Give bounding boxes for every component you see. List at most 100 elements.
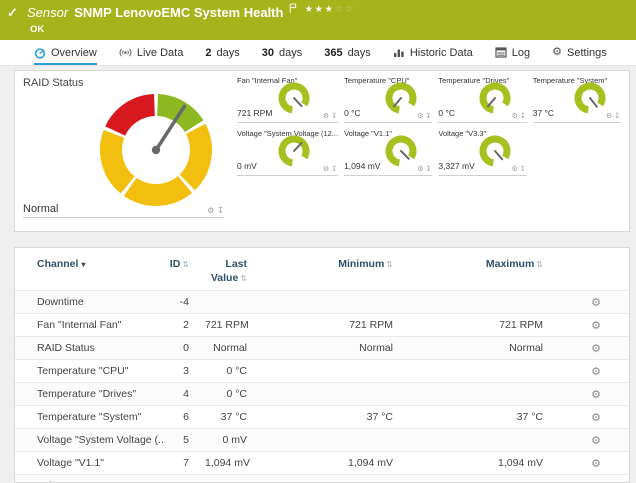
minimum-cell	[267, 291, 413, 314]
channel-settings-icon[interactable]: ⚙	[591, 297, 601, 309]
gauge-pin-icon[interactable]: ↧	[614, 112, 620, 120]
gear-icon: ⚙	[552, 47, 562, 58]
priority-stars[interactable]: ★★★☆☆	[304, 4, 354, 15]
gauge-pin-icon[interactable]: ↧	[520, 165, 526, 173]
channel-settings-icon[interactable]: ⚙	[591, 389, 601, 401]
channel-name-cell: Temperature "System"	[15, 406, 165, 429]
gauge-tile-temperature-drives[interactable]: Temperature "Drives"0 °C⚙↧	[438, 73, 526, 123]
gauge-settings-icon[interactable]: ⚙	[512, 165, 518, 173]
gauge-settings-icon[interactable]: ⚙	[207, 206, 214, 215]
tab-2-days[interactable]: 2days	[205, 40, 239, 65]
channel-settings-icon[interactable]: ⚙	[591, 320, 601, 332]
gauge-value: 0 °C	[438, 108, 455, 118]
tab-settings[interactable]: ⚙Settings	[552, 40, 607, 65]
last-value-cell: 0 °C	[205, 383, 267, 406]
row-actions-cell: ⚙	[563, 475, 629, 483]
gauge-settings-icon[interactable]: ⚙	[606, 112, 612, 120]
channel-settings-icon[interactable]: ⚙	[591, 458, 601, 470]
channel-row[interactable]: Temperature "CPU"30 °C⚙	[15, 360, 629, 383]
gauge-pin-icon[interactable]: ↧	[520, 112, 526, 120]
gauge-settings-icon[interactable]: ⚙	[512, 112, 518, 120]
last-value-cell: Normal	[205, 337, 267, 360]
star-filled-icon[interactable]: ★	[304, 4, 314, 15]
star-empty-icon[interactable]: ☆	[345, 4, 355, 15]
tab-historic-data[interactable]: Historic Data	[393, 40, 473, 65]
gauge-settings-icon[interactable]: ⚙	[323, 165, 329, 173]
channel-settings-icon[interactable]: ⚙	[591, 412, 601, 424]
flag-icon[interactable]	[289, 3, 297, 14]
star-filled-icon[interactable]: ★	[315, 4, 325, 15]
broadcast-icon	[119, 47, 132, 58]
gauge-tile-voltage-v1-1[interactable]: Voltage "V1.1"1,094 mV⚙↧	[344, 126, 432, 176]
column-header-id[interactable]: ID⇅	[165, 248, 205, 291]
gauge-tile-voltage-system-voltage[interactable]: Voltage "System Voltage (12...0 mV⚙↧	[237, 126, 338, 176]
channel-row[interactable]: Fan "Internal Fan"2721 RPM721 RPM721 RPM…	[15, 314, 629, 337]
gauge-tile-temperature-system[interactable]: Temperature "System"37 °C⚙↧	[533, 73, 621, 123]
channel-row[interactable]: Voltage "System Voltage (...50 mV⚙	[15, 429, 629, 452]
channel-row[interactable]: RAID Status0NormalNormalNormal⚙	[15, 337, 629, 360]
tab-label: Log	[512, 47, 530, 59]
channel-id-cell: 4	[165, 383, 205, 406]
star-empty-icon[interactable]: ☆	[335, 4, 345, 15]
raid-gauge-value: Normal	[23, 203, 58, 215]
channel-name-cell: Voltage "V3.3"	[15, 475, 165, 483]
minimum-cell: 37 °C	[267, 406, 413, 429]
column-header-min[interactable]: Minimum⇅	[267, 248, 413, 291]
gauge-pin-icon[interactable]: ↧	[217, 206, 224, 215]
minimum-cell: 721 RPM	[267, 314, 413, 337]
column-header-max[interactable]: Maximum⇅	[413, 248, 563, 291]
channels-table: Channel▾ID⇅Last Value⇅Minimum⇅Maximum⇅ D…	[15, 248, 629, 483]
minimum-cell	[267, 429, 413, 452]
sort-icon: ⇅	[536, 260, 543, 269]
gauge-pin-icon[interactable]: ↧	[331, 165, 337, 173]
channel-row[interactable]: Voltage "V1.1"71,094 mV1,094 mV1,094 mV⚙	[15, 452, 629, 475]
gauge-settings-icon[interactable]: ⚙	[323, 112, 329, 120]
column-header-last[interactable]: Last Value⇅	[205, 248, 267, 291]
maximum-cell: 37 °C	[413, 406, 563, 429]
gauge-pin-icon[interactable]: ↧	[426, 112, 432, 120]
gauge-temperature-system	[573, 81, 607, 115]
gauge-value: 1,094 mV	[344, 161, 380, 171]
gauge-pin-icon[interactable]: ↧	[426, 165, 432, 173]
last-value-cell: 3,327 mV	[205, 475, 267, 483]
gauge-temperature-drives	[478, 81, 512, 115]
gauge-pin-icon[interactable]: ↧	[331, 112, 337, 120]
gauge-value: 3,327 mV	[438, 161, 474, 171]
sensor-kind-label: Sensor	[27, 5, 68, 20]
channel-settings-icon[interactable]: ⚙	[591, 435, 601, 447]
tab-log[interactable]: Log	[495, 40, 530, 65]
gauge-voltage-v3-3	[478, 134, 512, 168]
gauge-voltage-system-voltage	[277, 134, 311, 168]
tab-30-days[interactable]: 30days	[262, 40, 303, 65]
gauge-fan-internal-fan	[277, 81, 311, 115]
channel-id-cell: 2	[165, 314, 205, 337]
star-filled-icon[interactable]: ★	[325, 4, 335, 15]
channel-row[interactable]: Downtime-4⚙	[15, 291, 629, 314]
row-actions-cell: ⚙	[563, 360, 629, 383]
gauge-value: 0 mV	[237, 161, 257, 171]
channel-name-cell: Voltage "System Voltage (...	[15, 429, 165, 452]
gauge-tile-voltage-v3-3[interactable]: Voltage "V3.3"3,327 mV⚙↧	[438, 126, 526, 176]
maximum-cell	[413, 429, 563, 452]
column-header-channel[interactable]: Channel▾	[15, 248, 165, 291]
tab-label: Overview	[51, 47, 97, 59]
gauge-settings-icon[interactable]: ⚙	[417, 165, 423, 173]
raid-status-gauge	[98, 92, 214, 208]
gauge-settings-icon[interactable]: ⚙	[417, 112, 423, 120]
gauge-tile-fan-internal-fan[interactable]: Fan "Internal Fan"721 RPM⚙↧	[237, 73, 338, 123]
channel-settings-icon[interactable]: ⚙	[591, 343, 601, 355]
tab-label-number: 365	[324, 47, 342, 59]
channel-row[interactable]: Temperature "Drives"40 °C⚙	[15, 383, 629, 406]
channel-row[interactable]: Temperature "System"637 °C37 °C37 °C⚙	[15, 406, 629, 429]
column-header-label: Minimum	[338, 258, 384, 270]
gauge-tile-temperature-cpu[interactable]: Temperature "CPU"0 °C⚙↧	[344, 73, 432, 123]
sensor-title-line: Sensor SNMP LenovoEMC System Health ★★★☆…	[27, 5, 355, 20]
channel-settings-icon[interactable]: ⚙	[591, 366, 601, 378]
minimum-cell: 1,094 mV	[267, 452, 413, 475]
chart-icon	[393, 47, 405, 58]
tab-live-data[interactable]: Live Data	[119, 40, 183, 65]
tab-365-days[interactable]: 365days	[324, 40, 371, 65]
tab-overview[interactable]: Overview	[34, 40, 97, 65]
raid-status-gauge-tile[interactable]: RAID Status Normal ⚙ ↧	[23, 75, 224, 218]
channel-row[interactable]: Voltage "V3.3"83,327 mV3,327 mV3,327 mV⚙	[15, 475, 629, 483]
